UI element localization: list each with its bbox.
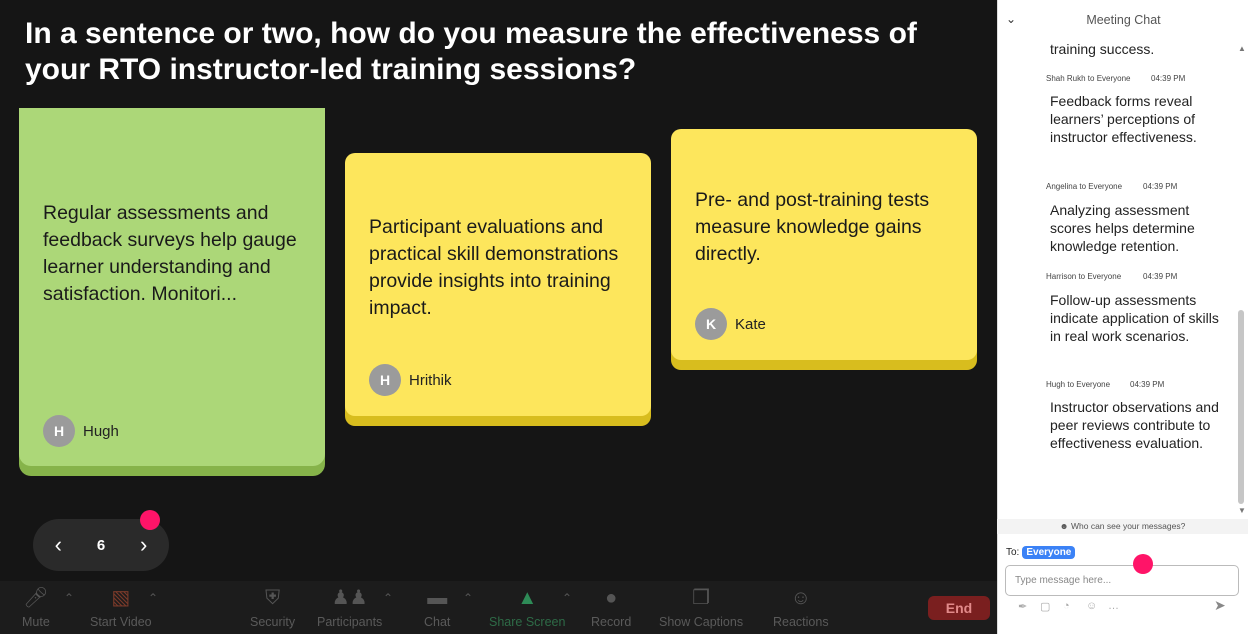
note-author: K Kate bbox=[695, 308, 766, 340]
author-name: Hugh bbox=[83, 422, 119, 440]
cursor-indicator bbox=[1133, 554, 1153, 574]
shared-screen: In a sentence or two, how do you measure… bbox=[0, 0, 997, 634]
answer-note[interactable]: Participant evaluations and practical sk… bbox=[345, 153, 651, 416]
avatar: H bbox=[43, 415, 75, 447]
show-captions-label: Show Captions bbox=[659, 615, 744, 629]
who-can-see-link[interactable]: ☻ Who can see your messages? bbox=[997, 519, 1248, 534]
chat-messages: training success. Shah Rukh to Everyone … bbox=[998, 36, 1238, 518]
security-button[interactable]: ⛨ Security bbox=[250, 585, 295, 629]
author-name: Hrithik bbox=[409, 371, 452, 389]
security-label: Security bbox=[250, 615, 296, 629]
meeting-chat-panel: ⌄ Meeting Chat training success. Shah Ru… bbox=[997, 0, 1248, 634]
page-number: 6 bbox=[96, 536, 106, 554]
chat-button[interactable]: ▬ Chat bbox=[424, 585, 450, 629]
note-text: Regular assessments and feedback surveys… bbox=[43, 202, 297, 305]
send-icon[interactable]: ➤ bbox=[1214, 597, 1226, 614]
share-screen-icon: ▲ bbox=[517, 587, 538, 609]
chat-message-sender: Angelina to Everyone bbox=[1046, 182, 1123, 191]
person-icon: ☻ bbox=[1059, 521, 1069, 531]
share-screen-button[interactable]: ▲ Share Screen bbox=[489, 585, 565, 629]
chat-header: ⌄ Meeting Chat bbox=[998, 0, 1248, 40]
chevron-up-icon[interactable]: ⌃ bbox=[64, 591, 74, 605]
mute-button[interactable]: 🎤︎ Mute bbox=[22, 585, 50, 629]
chat-message-input[interactable]: Type message here... bbox=[1005, 565, 1239, 596]
chat-message-time: 04:39 PM bbox=[1143, 182, 1178, 191]
chevron-up-icon[interactable]: ⌃ bbox=[463, 591, 473, 605]
captions-icon: ❐ bbox=[692, 587, 710, 609]
record-button[interactable]: ● Record bbox=[591, 585, 631, 629]
author-name: Kate bbox=[735, 315, 766, 333]
record-label: Record bbox=[591, 615, 632, 629]
chat-message-text: Follow-up assessments indicate applicati… bbox=[1050, 292, 1219, 345]
recipient-row: To: Everyone bbox=[1006, 546, 1076, 559]
answer-note[interactable]: Regular assessments and feedback surveys… bbox=[19, 108, 325, 466]
chevron-up-icon[interactable]: ⌃ bbox=[148, 591, 158, 605]
people-icon: ♟♟ bbox=[331, 587, 368, 609]
chevron-left-icon[interactable]: ‹ bbox=[46, 532, 70, 558]
to-label: To: bbox=[1006, 547, 1020, 558]
chat-message-time: 04:39 PM bbox=[1130, 380, 1165, 389]
question-title: In a sentence or two, how do you measure… bbox=[25, 17, 917, 86]
chevron-right-icon[interactable]: › bbox=[132, 532, 156, 558]
who-can-see-label: Who can see your messages? bbox=[1070, 521, 1186, 531]
start-video-label: Start Video bbox=[90, 615, 152, 629]
chat-message-sender: Harrison to Everyone bbox=[1046, 272, 1122, 281]
recipient-dropdown[interactable]: Everyone bbox=[1022, 546, 1076, 559]
chat-message-sender: Shah Rukh to Everyone bbox=[1046, 74, 1131, 83]
chat-message-time: 04:39 PM bbox=[1151, 74, 1186, 83]
cursor-indicator bbox=[140, 510, 160, 530]
chat-message-time: 04:39 PM bbox=[1143, 272, 1178, 281]
note-author: H Hugh bbox=[43, 415, 119, 447]
chat-message-text: Feedback forms reveal learners’ percepti… bbox=[1050, 93, 1197, 146]
shield-icon: ⛨ bbox=[265, 587, 281, 609]
format-icon[interactable]: ✒ bbox=[1018, 600, 1027, 613]
start-video-button[interactable]: ▧ Start Video bbox=[90, 585, 152, 629]
reactions-button[interactable]: ☺ Reactions bbox=[773, 585, 829, 629]
answer-note[interactable]: Pre- and post-training tests measure kno… bbox=[671, 129, 977, 360]
screenshot-icon[interactable]: ▢ bbox=[1040, 600, 1050, 613]
scroll-down-icon[interactable]: ▼ bbox=[1238, 506, 1246, 515]
more-icon[interactable]: … bbox=[1108, 600, 1119, 612]
share-screen-label: Share Screen bbox=[489, 615, 566, 629]
chat-message-text: Instructor observations and peer reviews… bbox=[1050, 399, 1219, 452]
chat-label: Chat bbox=[424, 615, 451, 629]
chat-message-sender: Hugh to Everyone bbox=[1046, 380, 1111, 389]
microphone-icon: 🎤︎ bbox=[23, 587, 49, 609]
note-text: Participant evaluations and practical sk… bbox=[369, 216, 619, 319]
chevron-up-icon[interactable]: ⌃ bbox=[383, 591, 393, 605]
end-meeting-button[interactable]: End bbox=[928, 596, 990, 620]
scrollbar-thumb[interactable] bbox=[1238, 310, 1244, 504]
chat-message-text: Analyzing assessment scores helps determ… bbox=[1050, 202, 1195, 255]
participants-label: Participants bbox=[317, 615, 383, 629]
video-off-icon: ▧ bbox=[111, 587, 131, 609]
emoji-icon: ☺ bbox=[790, 587, 811, 609]
file-icon[interactable]: ◔ bbox=[1063, 600, 1070, 612]
emoji-icon[interactable]: ☺ bbox=[1086, 600, 1097, 612]
avatar: H bbox=[369, 364, 401, 396]
meeting-toolbar: 🎤︎ Mute ⌃ ▧ Start Video ⌃ ⛨ Security ♟♟ … bbox=[0, 581, 997, 634]
chat-title: Meeting Chat bbox=[1086, 13, 1161, 27]
note-author: H Hrithik bbox=[369, 364, 452, 396]
avatar: K bbox=[695, 308, 727, 340]
note-text: Pre- and post-training tests measure kno… bbox=[695, 189, 930, 265]
scroll-up-icon[interactable]: ▲ bbox=[1238, 44, 1246, 53]
record-icon: ● bbox=[605, 587, 618, 609]
show-captions-button[interactable]: ❐ Show Captions bbox=[659, 585, 743, 629]
chat-bubble-icon: ▬ bbox=[427, 587, 448, 609]
reactions-label: Reactions bbox=[773, 615, 829, 629]
chat-message-text: training success. bbox=[1050, 41, 1155, 57]
mute-label: Mute bbox=[22, 615, 50, 629]
participants-button[interactable]: ♟♟ Participants bbox=[317, 585, 382, 629]
chevron-up-icon[interactable]: ⌃ bbox=[562, 591, 572, 605]
